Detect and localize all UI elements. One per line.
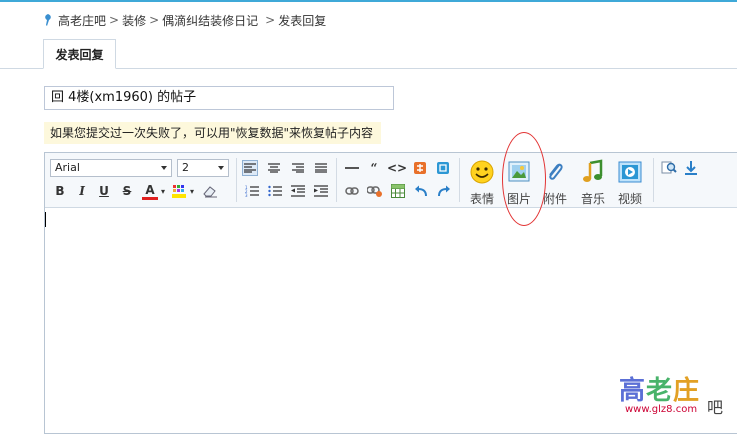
ordered-list-icon: 123 xyxy=(245,185,259,197)
font-color-button[interactable]: A xyxy=(142,183,158,200)
smiley-icon xyxy=(470,160,494,184)
breadcrumb-separator: > xyxy=(149,13,160,27)
unordered-list-button[interactable] xyxy=(267,183,283,199)
toolbar-divider xyxy=(653,158,654,202)
eraser-icon xyxy=(203,186,217,198)
code-button[interactable]: <> xyxy=(386,160,408,176)
redo-button[interactable] xyxy=(436,183,452,199)
bold-button[interactable]: B xyxy=(52,183,68,199)
unlink-button[interactable] xyxy=(367,183,383,199)
underline-button[interactable]: U xyxy=(96,183,112,199)
toolbar-divider xyxy=(336,158,337,202)
indent-icon xyxy=(314,185,328,197)
table-button[interactable] xyxy=(390,183,406,199)
outdent-icon xyxy=(291,185,305,197)
align-left-icon xyxy=(244,163,256,173)
breadcrumb-current: 发表回复 xyxy=(278,13,327,28)
background-color-button[interactable] xyxy=(171,183,187,199)
sell-button[interactable] xyxy=(412,160,428,176)
indent-button[interactable] xyxy=(313,183,329,199)
breadcrumb-link-forum[interactable]: 高老庄吧 xyxy=(58,12,106,29)
download-icon xyxy=(685,161,697,175)
breadcrumb-link-category[interactable]: 装修 xyxy=(122,12,146,29)
tab-reply[interactable]: 发表回复 xyxy=(43,39,116,69)
quote-icon: “ xyxy=(370,161,378,175)
text-cursor xyxy=(45,212,46,227)
table-icon xyxy=(391,184,405,198)
code-icon: <> xyxy=(386,161,408,175)
outdent-button[interactable] xyxy=(290,183,306,199)
font-size-value: 2 xyxy=(182,161,189,174)
breadcrumb-link-thread[interactable]: 偶滴纠结装修日记 xyxy=(162,12,258,29)
sell-tag-icon xyxy=(414,162,426,174)
chevron-down-icon xyxy=(218,166,224,170)
chevron-down-icon[interactable]: ▾ xyxy=(159,183,167,199)
toolbar-divider xyxy=(236,158,237,202)
unordered-list-icon xyxy=(268,185,282,197)
justify-icon xyxy=(315,163,327,173)
undo-button[interactable] xyxy=(413,183,429,199)
watermark-ba: 吧 xyxy=(707,398,724,417)
chevron-down-icon xyxy=(161,166,167,170)
chevron-down-icon[interactable]: ▾ xyxy=(188,183,196,199)
emoticon-label: 表情 xyxy=(469,192,494,206)
music-label: 音乐 xyxy=(580,192,605,206)
undo-icon xyxy=(415,185,427,197)
align-left-button[interactable] xyxy=(242,160,258,176)
align-right-button[interactable] xyxy=(290,160,306,176)
video-button[interactable]: 视频 xyxy=(612,159,648,207)
breadcrumb-separator: > xyxy=(265,13,276,27)
eraser-button[interactable] xyxy=(202,183,218,199)
ordered-list-button[interactable]: 123 xyxy=(244,183,260,199)
align-right-icon xyxy=(292,163,304,173)
strikethrough-button[interactable]: S xyxy=(119,183,135,199)
site-watermark-logo: 高老庄 吧 www.glz8.com xyxy=(619,370,734,420)
watermark-url: www.glz8.com xyxy=(625,404,698,415)
font-family-value: Arial xyxy=(55,161,80,174)
hide-content-button[interactable] xyxy=(435,160,451,176)
search-replace-icon xyxy=(661,161,677,174)
breadcrumb: 高老庄吧 > 装修 > 偶滴纠结装修日记 > 发表回复 xyxy=(44,12,326,28)
unlink-icon xyxy=(367,186,382,197)
watermark-chars: 高老庄 xyxy=(619,376,701,406)
video-icon xyxy=(618,161,642,183)
music-note-icon xyxy=(583,159,603,182)
align-center-button[interactable] xyxy=(266,160,282,176)
forum-pin-icon xyxy=(45,14,51,26)
align-center-icon xyxy=(268,163,280,173)
svg-text:3: 3 xyxy=(245,193,248,197)
highlight-circle xyxy=(502,132,546,226)
font-size-select[interactable]: 2 xyxy=(177,159,229,177)
horizontal-rule-button[interactable] xyxy=(344,160,360,176)
music-button[interactable]: 音乐 xyxy=(575,159,611,207)
horizontal-rule-icon xyxy=(345,167,359,169)
palette-icon xyxy=(172,185,186,198)
top-accent-line xyxy=(0,0,737,2)
subject-input[interactable]: 回 4楼(xm1960) 的帖子 xyxy=(44,86,394,110)
search-replace-button[interactable] xyxy=(661,160,677,176)
download-button[interactable] xyxy=(683,160,699,176)
font-family-select[interactable]: Arial xyxy=(50,159,172,177)
justify-button[interactable] xyxy=(313,160,329,176)
hide-content-icon xyxy=(437,162,449,174)
video-label: 视频 xyxy=(617,192,642,206)
quote-button[interactable]: “ xyxy=(366,160,382,176)
link-button[interactable] xyxy=(344,183,360,199)
redo-icon xyxy=(438,185,450,197)
emoticon-button[interactable]: 表情 xyxy=(464,159,500,207)
editor-toolbar: Arial 2 B I U S A ▾ ▾ 1 2 3 “ <> 表情 图片 附… xyxy=(45,153,737,208)
restore-notice: 如果您提交过一次失败了，可以用"恢复数据"来恢复帖子内容 xyxy=(44,122,382,144)
italic-button[interactable]: I xyxy=(74,183,90,199)
breadcrumb-separator: > xyxy=(109,13,120,27)
toolbar-divider xyxy=(459,158,460,202)
link-icon xyxy=(345,187,359,195)
